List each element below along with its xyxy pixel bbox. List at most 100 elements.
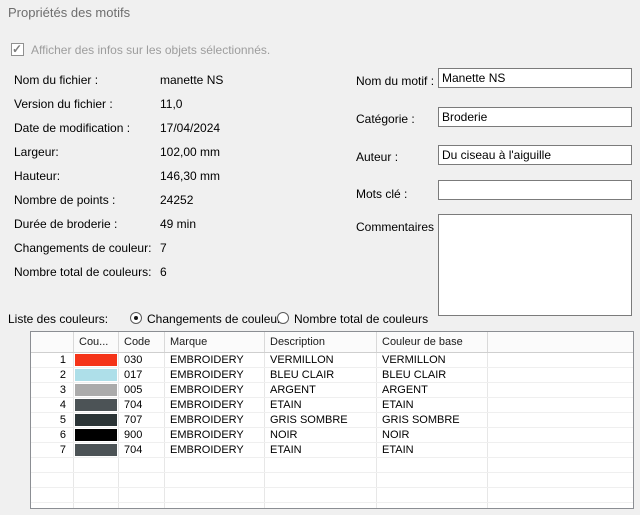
keywords-field[interactable] xyxy=(438,180,632,200)
color-table: Cou... Code Marque Description Couleur de ba… xyxy=(30,331,634,509)
color-swatch-cell xyxy=(74,473,119,487)
base-color-cell xyxy=(377,488,488,502)
base-color-cell: ETAIN xyxy=(377,398,488,412)
file-info-label: Date de modification : xyxy=(14,121,131,135)
file-info-label: Hauteur: xyxy=(14,169,61,183)
color-swatch-cell xyxy=(74,488,119,502)
color-swatch xyxy=(75,414,117,426)
column-header[interactable]: Couleur de base xyxy=(377,332,488,352)
empty-table-row[interactable] xyxy=(31,503,633,508)
spacer-cell xyxy=(488,368,633,382)
motif-name-field[interactable] xyxy=(438,68,632,88)
empty-table-row[interactable] xyxy=(31,488,633,503)
file-info-value: manette NS xyxy=(160,73,224,87)
spacer-cell xyxy=(488,503,633,508)
row-number-cell xyxy=(31,473,74,487)
file-info-value: 49 min xyxy=(160,217,197,231)
file-info-value: 6 xyxy=(160,265,167,279)
empty-table-row[interactable] xyxy=(31,458,633,473)
brand-cell xyxy=(165,473,265,487)
color-swatch-cell xyxy=(74,458,119,472)
row-number-cell xyxy=(31,503,74,508)
code-cell: 704 xyxy=(119,398,165,412)
column-header[interactable]: Marque xyxy=(165,332,265,352)
color-swatch-cell xyxy=(74,398,119,412)
file-info-value: 102,00 mm xyxy=(160,145,221,159)
column-header[interactable]: Cou... xyxy=(74,332,119,352)
color-swatch xyxy=(75,399,117,411)
color-swatch-cell xyxy=(74,428,119,442)
radio-color-changes[interactable] xyxy=(130,312,142,324)
spacer-cell xyxy=(488,458,633,472)
color-swatch-cell xyxy=(74,503,119,508)
base-color-cell: ARGENT xyxy=(377,383,488,397)
file-info-value: 146,30 mm xyxy=(160,169,221,183)
description-cell: ETAIN xyxy=(265,398,377,412)
file-info-label: Changements de couleur: xyxy=(14,241,152,255)
table-row[interactable]: 2 017 EMBROIDERY BLEU CLAIR BLEU CLAIR xyxy=(31,368,633,383)
brand-cell: EMBROIDERY xyxy=(165,398,265,412)
column-header[interactable] xyxy=(488,332,633,352)
brand-cell: EMBROIDERY xyxy=(165,353,265,367)
color-list-label: Liste des couleurs: xyxy=(8,312,109,326)
base-color-cell: VERMILLON xyxy=(377,353,488,367)
file-info-label: Version du fichier : xyxy=(14,97,113,111)
brand-cell xyxy=(165,503,265,508)
row-number-cell: 3 xyxy=(31,383,74,397)
description-cell xyxy=(265,473,377,487)
color-swatch-cell xyxy=(74,413,119,427)
file-info-label: Nom du fichier : xyxy=(14,73,99,87)
color-swatch xyxy=(75,429,117,441)
table-row[interactable]: 4 704 EMBROIDERY ETAIN ETAIN xyxy=(31,398,633,413)
spacer-cell xyxy=(488,473,633,487)
description-cell: ETAIN xyxy=(265,443,377,457)
code-cell: 900 xyxy=(119,428,165,442)
table-row[interactable]: 6 900 EMBROIDERY NOIR NOIR xyxy=(31,428,633,443)
description-cell: BLEU CLAIR xyxy=(265,368,377,382)
comments-field[interactable] xyxy=(438,214,632,316)
table-row[interactable]: 7 704 EMBROIDERY ETAIN ETAIN xyxy=(31,443,633,458)
color-swatch-cell xyxy=(74,353,119,367)
description-cell xyxy=(265,488,377,502)
column-header[interactable] xyxy=(31,332,74,352)
spacer-cell xyxy=(488,428,633,442)
description-cell xyxy=(265,503,377,508)
show-selected-info-checkbox-label: Afficher des infos sur les objets sélect… xyxy=(31,43,271,57)
brand-cell: EMBROIDERY xyxy=(165,428,265,442)
column-header[interactable]: Description xyxy=(265,332,377,352)
file-info-value: 24252 xyxy=(160,193,194,207)
row-number-cell: 5 xyxy=(31,413,74,427)
row-number-cell: 7 xyxy=(31,443,74,457)
row-number-cell xyxy=(31,458,74,472)
color-swatch xyxy=(75,354,117,366)
radio-label: Nombre total de couleurs xyxy=(294,312,429,326)
row-number-cell: 4 xyxy=(31,398,74,412)
column-header[interactable]: Code xyxy=(119,332,165,352)
keywords-label: Mots clé : xyxy=(356,187,408,201)
file-info-label: Durée de broderie : xyxy=(14,217,118,231)
row-number-cell: 2 xyxy=(31,368,74,382)
radio-total-colors[interactable] xyxy=(277,312,289,324)
description-cell: GRIS SOMBRE xyxy=(265,413,377,427)
file-info-label: Nombre de points : xyxy=(14,193,116,207)
author-field[interactable] xyxy=(438,145,632,165)
table-row[interactable]: 5 707 EMBROIDERY GRIS SOMBRE GRIS SOMBRE xyxy=(31,413,633,428)
brand-cell xyxy=(165,458,265,472)
base-color-cell: ETAIN xyxy=(377,443,488,457)
file-info-label: Largeur: xyxy=(14,145,59,159)
table-row[interactable]: 3 005 EMBROIDERY ARGENT ARGENT xyxy=(31,383,633,398)
properties-dialog: Propriétés des motifs ✓ Afficher des inf… xyxy=(0,0,640,515)
category-label: Catégorie : xyxy=(356,112,415,126)
code-cell xyxy=(119,503,165,508)
color-swatch xyxy=(75,444,117,456)
check-icon: ✓ xyxy=(12,42,23,56)
category-field[interactable] xyxy=(438,107,632,127)
color-table-header: Cou... Code Marque Description Couleur de ba… xyxy=(31,332,633,353)
color-swatch-cell xyxy=(74,368,119,382)
color-swatch-cell xyxy=(74,443,119,457)
empty-table-row[interactable] xyxy=(31,473,633,488)
comments-label: Commentaires : xyxy=(356,220,441,234)
author-label: Auteur : xyxy=(356,150,399,164)
spacer-cell xyxy=(488,488,633,502)
table-row[interactable]: 1 030 EMBROIDERY VERMILLON VERMILLON xyxy=(31,353,633,368)
